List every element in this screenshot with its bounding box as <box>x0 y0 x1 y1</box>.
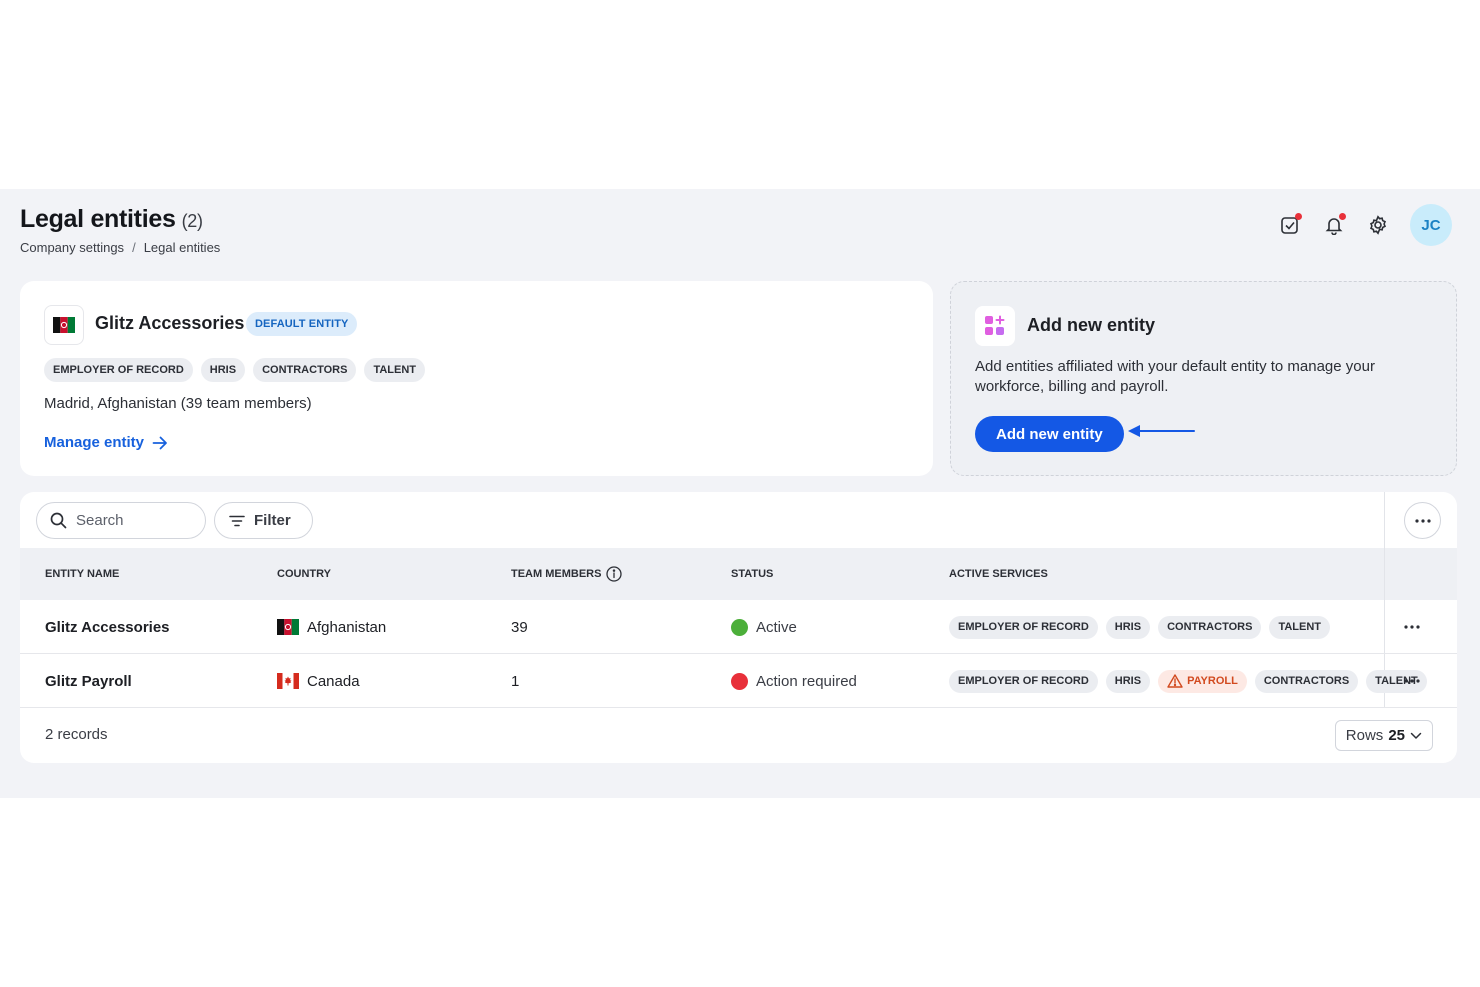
more-horizontal-icon <box>1404 625 1420 629</box>
add-entity-card: Add new entity Add entities affiliated w… <box>950 281 1457 476</box>
row-more-options-button[interactable] <box>1400 615 1424 639</box>
manage-entity-label: Manage entity <box>44 434 145 451</box>
records-count: 2 records <box>45 726 108 743</box>
more-horizontal-icon <box>1414 518 1431 523</box>
tasks-notification-dot <box>1295 213 1302 220</box>
row-more-options-button[interactable] <box>1400 669 1424 693</box>
country-name: Canada <box>307 672 360 690</box>
page-title-text: Legal entities <box>20 205 176 233</box>
afghanistan-flag-icon <box>44 305 84 345</box>
country-name: Afghanistan <box>307 618 387 636</box>
add-apps-icon <box>975 306 1015 346</box>
active-services-cell: EMPLOYER OF RECORD HRIS CONTRACTORS TALE… <box>949 600 1331 654</box>
entity-name-cell: Glitz Payroll <box>45 672 132 690</box>
country-cell: Afghanistan <box>277 600 386 654</box>
manage-entity-link[interactable]: Manage entity <box>44 434 168 451</box>
service-pill-hris: HRIS <box>200 358 246 382</box>
app-root: Legal entities (2) Company settings / Le… <box>0 189 1480 798</box>
arrow-right-icon <box>152 436 167 449</box>
default-entity-card: Glitz Accessories DEFAULT ENTITY EMPLOYE… <box>20 281 933 476</box>
service-pill-hris: HRIS <box>1105 615 1151 639</box>
rows-label: Rows <box>1345 727 1384 744</box>
filter-button[interactable]: Filter <box>214 502 313 539</box>
filter-icon <box>229 515 245 526</box>
column-active-services[interactable]: ACTIVE SERVICES <box>949 548 1048 600</box>
status-active-icon <box>731 618 748 636</box>
column-status[interactable]: STATUS <box>731 548 773 600</box>
status-text: Action required <box>756 672 857 690</box>
user-avatar[interactable]: JC <box>1410 204 1452 246</box>
add-entity-title: Add new entity <box>1027 315 1156 335</box>
table-row[interactable]: Glitz Payroll Canada 1 Action required E… <box>20 654 1457 708</box>
service-pill-eor: EMPLOYER OF RECORD <box>949 669 1098 693</box>
service-pill-contractors: CONTRACTORS <box>253 358 357 382</box>
service-pill-payroll-warning[interactable]: PAYROLL <box>1158 669 1247 693</box>
search-box[interactable] <box>36 502 206 539</box>
team-members-cell: 1 <box>511 672 520 690</box>
default-entity-services: EMPLOYER OF RECORD HRIS CONTRACTORS TALE… <box>44 358 426 382</box>
table-more-options-button[interactable] <box>1404 502 1441 539</box>
payroll-label: PAYROLL <box>1187 675 1238 687</box>
warning-icon <box>1167 674 1183 688</box>
annotation-arrow-icon <box>1128 425 1195 437</box>
rows-value: 25 <box>1388 727 1405 744</box>
column-country[interactable]: COUNTRY <box>277 548 331 600</box>
breadcrumb-legal-entities: Legal entities <box>143 240 221 255</box>
service-pill-talent: TALENT <box>1269 615 1331 639</box>
service-pill-contractors: CONTRACTORS <box>1158 615 1262 639</box>
service-pill-eor: EMPLOYER OF RECORD <box>44 358 193 382</box>
default-entity-name: Glitz Accessories <box>95 313 245 333</box>
tasks-button[interactable] <box>1278 213 1302 237</box>
notifications-button[interactable] <box>1322 213 1346 237</box>
entities-table-card: Filter ENTITY NAME COUNTRY TEAM MEMBERS … <box>20 492 1457 763</box>
column-team-members-label: TEAM MEMBERS <box>511 568 602 580</box>
status-text: Active <box>756 618 797 636</box>
afghanistan-flag-icon <box>277 619 299 635</box>
table-header: ENTITY NAME COUNTRY TEAM MEMBERS STATUS … <box>20 548 1457 600</box>
status-cell: Active <box>731 600 797 654</box>
settings-button[interactable] <box>1366 213 1390 237</box>
top-actions: JC <box>1278 204 1452 246</box>
status-cell: Action required <box>731 654 857 708</box>
team-members-cell: 39 <box>511 618 528 636</box>
add-entity-description: Add entities affiliated with your defaul… <box>975 358 1375 395</box>
rows-per-page-select[interactable]: Rows 25 <box>1334 720 1433 751</box>
table-row[interactable]: Glitz Accessories Afghanistan 39 Active … <box>20 600 1457 654</box>
filter-label: Filter <box>254 512 291 529</box>
service-pill-talent: TALENT <box>364 358 426 382</box>
column-team-members[interactable]: TEAM MEMBERS <box>511 548 623 600</box>
country-cell: Canada <box>277 654 360 708</box>
service-pill-contractors: CONTRACTORS <box>1254 669 1359 693</box>
page-title: Legal entities (2) <box>20 205 203 234</box>
breadcrumb-company-settings[interactable]: Company settings <box>20 240 124 255</box>
add-new-entity-button[interactable]: Add new entity <box>975 416 1124 452</box>
status-action-required-icon <box>731 672 748 690</box>
service-pill-hris: HRIS <box>1105 669 1151 693</box>
notifications-dot <box>1339 213 1346 220</box>
active-services-cell: EMPLOYER OF RECORD HRIS PAYROLL CONTRACT… <box>949 654 1427 708</box>
default-entity-badge: DEFAULT ENTITY <box>246 312 358 336</box>
breadcrumb: Company settings / Legal entities <box>20 240 220 255</box>
service-pill-eor: EMPLOYER OF RECORD <box>949 615 1098 639</box>
entity-name-cell: Glitz Accessories <box>45 618 170 636</box>
column-entity-name[interactable]: ENTITY NAME <box>45 548 119 600</box>
canada-flag-icon <box>277 673 299 689</box>
info-icon[interactable] <box>606 566 623 582</box>
entity-count: (2) <box>181 211 203 231</box>
default-entity-location: Madrid, Afghanistan (39 team members) <box>44 395 312 412</box>
breadcrumb-separator: / <box>132 240 136 255</box>
gear-icon <box>1369 215 1387 235</box>
chevron-down-icon <box>1410 732 1422 739</box>
search-icon <box>50 512 67 529</box>
more-horizontal-icon <box>1404 679 1420 683</box>
search-input[interactable] <box>76 512 186 529</box>
